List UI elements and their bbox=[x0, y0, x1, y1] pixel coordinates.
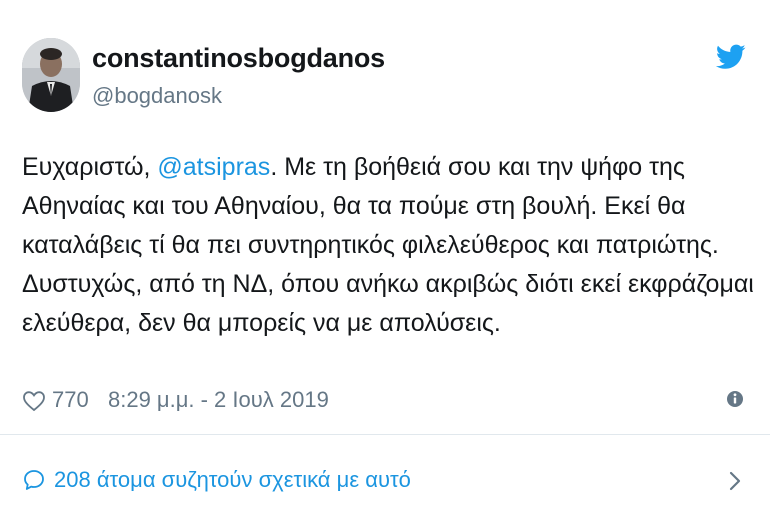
tweet-line-3: καταλάβεις τί θα πει συντηρητικός φιλελε… bbox=[22, 231, 719, 259]
tweet-line-4: Δυστυχώς, από τη ΝΔ, όπου ανήκω ακριβώς … bbox=[22, 270, 754, 298]
mention-link[interactable]: @atsipras bbox=[157, 153, 270, 181]
author-names: constantinosbogdanos @bogdanosk bbox=[92, 42, 385, 110]
tweet-line-2: Αθηναίας και του Αθηναίου, θα τα πούμε σ… bbox=[22, 192, 686, 220]
timestamp[interactable]: 8:29 μ.μ. - 2 Ιουλ 2019 bbox=[108, 382, 329, 418]
like-count[interactable]: 770 bbox=[52, 382, 89, 418]
display-name[interactable]: constantinosbogdanos bbox=[92, 42, 385, 74]
tweet-text: Ευχαριστώ, @atsipras. Με τη βοήθειά σου … bbox=[22, 148, 754, 343]
tweet-card: constantinosbogdanos @bogdanosk Ευχαριστ… bbox=[0, 0, 770, 520]
tweet-meta: 770 8:29 μ.μ. - 2 Ιουλ 2019 bbox=[22, 382, 752, 418]
divider bbox=[0, 434, 770, 435]
avatar[interactable] bbox=[22, 38, 80, 112]
tweet-text-segment: Ευχαριστώ, bbox=[22, 153, 158, 181]
tweet-line-1: Ευχαριστώ, @atsipras. Με τη βοήθειά σου … bbox=[22, 148, 742, 187]
conversation-label[interactable]: 208 άτομα συζητούν σχετικά με αυτό bbox=[54, 460, 411, 500]
user-handle[interactable]: @bogdanosk bbox=[92, 82, 385, 110]
speech-bubble-icon bbox=[24, 470, 44, 490]
tweet-line-5: ελεύθερα, δεν θα μπορείς να με απολύσεις… bbox=[22, 309, 501, 337]
tweet-text-segment: . Με τη βοήθειά σου και την ψήφο της bbox=[270, 153, 685, 181]
conversation-link[interactable]: 208 άτομα συζητούν σχετικά με αυτό bbox=[22, 460, 752, 500]
chevron-right-icon[interactable] bbox=[728, 470, 742, 492]
info-icon[interactable] bbox=[726, 390, 744, 408]
twitter-bird-icon[interactable] bbox=[716, 44, 746, 70]
heart-icon[interactable] bbox=[22, 390, 46, 412]
tweet-header: constantinosbogdanos @bogdanosk bbox=[22, 38, 752, 118]
